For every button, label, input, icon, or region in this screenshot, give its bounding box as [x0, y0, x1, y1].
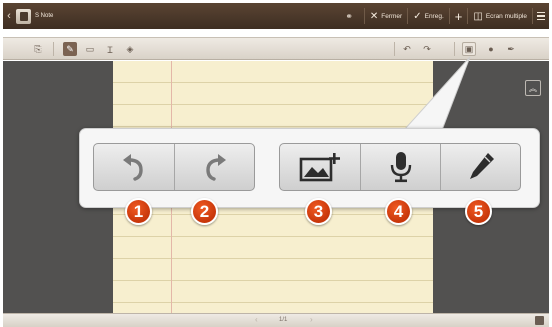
divider [454, 42, 455, 56]
multi-window-label: Ecran multiple [485, 12, 527, 20]
insert-image-icon [299, 153, 340, 182]
divider [53, 42, 54, 56]
save-label: Enreg. [424, 12, 444, 20]
action-bar: ‹ S Note ⚭ ✕ Fermer ✓ Enreg. + ◫ Ecran m… [3, 3, 549, 29]
microphone-icon [390, 152, 411, 183]
page-indicator: 1/1 [279, 317, 288, 323]
page-list-icon[interactable] [535, 316, 544, 325]
next-page-icon[interactable]: › [310, 315, 313, 324]
undo-icon[interactable]: ↶ [400, 42, 414, 56]
add-button[interactable]: + [450, 3, 468, 29]
close-icon: ✕ [369, 10, 379, 22]
check-icon: ✓ [413, 10, 422, 22]
save-button[interactable]: ✓ Enreg. [408, 3, 449, 29]
new-page-icon[interactable]: ⎘ [31, 42, 45, 56]
toolbar-callout [79, 128, 540, 208]
microphone-icon[interactable]: ● [484, 42, 498, 56]
insert-image-button[interactable] [280, 144, 360, 190]
text-cursor-icon[interactable]: Ɪ [103, 42, 117, 56]
badge-5: 5 [465, 198, 492, 225]
pen-button[interactable] [440, 144, 520, 190]
badge-3: 3 [305, 198, 332, 225]
bottom-bar: ‹ 1/1 › [3, 313, 549, 327]
undo-icon [123, 154, 143, 181]
pen-icon [469, 153, 494, 179]
insert-image-icon[interactable]: ▣ [462, 42, 476, 56]
close-button[interactable]: ✕ Fermer [365, 3, 407, 29]
undo-button[interactable] [94, 144, 174, 190]
badge-2: 2 [191, 198, 218, 225]
badge-1: 1 [125, 198, 152, 225]
undo-redo-group [93, 143, 255, 191]
back-icon[interactable]: ‹ [3, 10, 15, 22]
expand-icon[interactable]: ︽ [525, 80, 541, 96]
redo-icon[interactable]: ↷ [420, 42, 434, 56]
prev-page-icon[interactable]: ‹ [255, 315, 258, 324]
share-button[interactable]: ⚭ [340, 3, 364, 29]
multi-window-button[interactable]: ◫ Ecran multiple [468, 3, 532, 29]
pen-settings-icon[interactable]: ✒ [504, 42, 518, 56]
multi-window-icon: ◫ [473, 10, 483, 22]
badge-4: 4 [385, 198, 412, 225]
divider [394, 42, 395, 56]
app-title: S Note [35, 13, 54, 19]
app-icon[interactable] [16, 8, 31, 24]
redo-button[interactable] [174, 144, 254, 190]
tool-bar: ⎘ ✎ ▭ Ɪ ◈ ↶ ↷ ▣ ● ✒ [3, 37, 549, 60]
eraser-icon[interactable]: ◈ [123, 42, 137, 56]
plus-icon: + [454, 8, 463, 24]
text-box-icon[interactable]: ▭ [83, 42, 97, 56]
share-icon: ⚭ [345, 10, 353, 21]
pen-icon[interactable]: ✎ [63, 42, 77, 56]
voice-record-button[interactable] [360, 144, 440, 190]
insert-tools-group [279, 143, 521, 191]
redo-icon [205, 154, 226, 181]
menu-icon[interactable] [533, 11, 549, 21]
close-label: Fermer [381, 12, 403, 20]
